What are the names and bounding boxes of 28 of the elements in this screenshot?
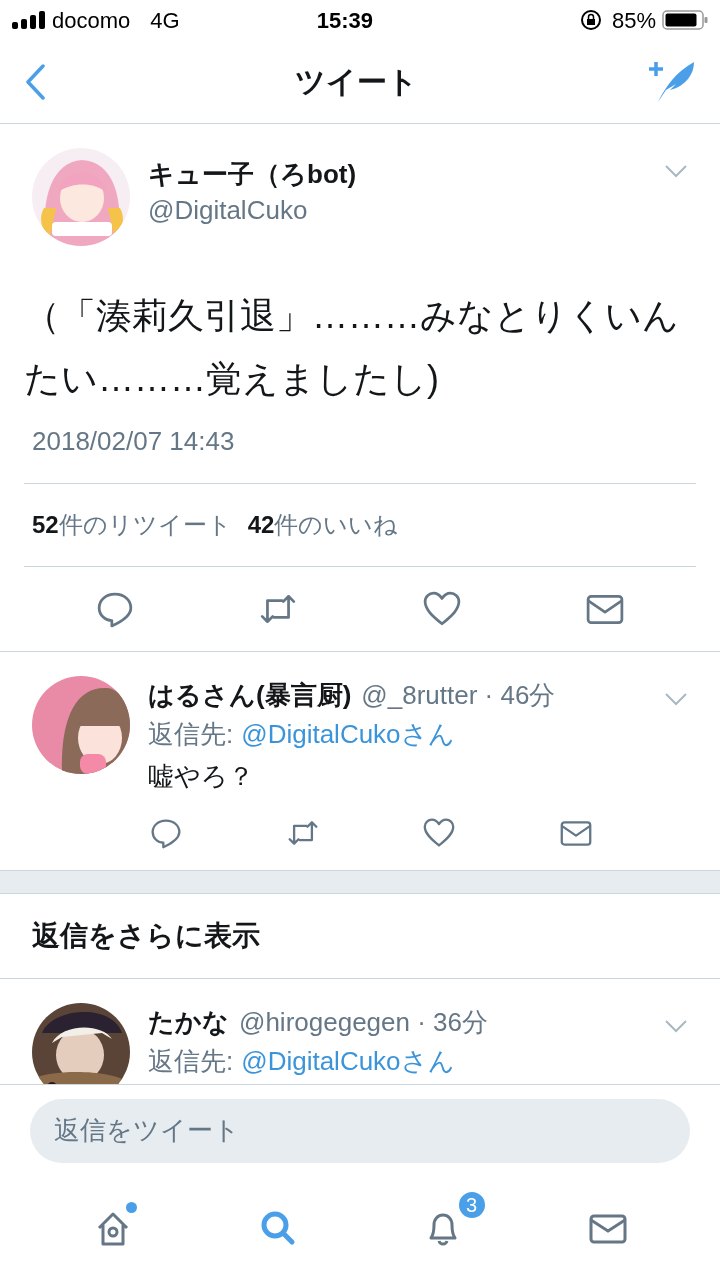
user-name: たかな xyxy=(148,1006,229,1039)
heart-icon[interactable] xyxy=(423,817,456,849)
carrier-name: docomo xyxy=(52,6,131,35)
tweet-timestamp: 2018/02/07 14:43 xyxy=(32,425,236,458)
tweet-text: （「湊莉久引退」………みなとりくいんたい………覚えましたし) xyxy=(24,294,680,401)
user-name: キュー子（ろbot) xyxy=(148,158,357,191)
heart-icon[interactable] xyxy=(422,590,461,628)
reply-icon[interactable] xyxy=(150,817,182,849)
reply-to-label: 返信先: xyxy=(148,718,234,751)
signal-icon xyxy=(12,11,46,29)
network-type: 4G xyxy=(150,6,180,35)
handle-and-time: @_8rutter · 46分 xyxy=(361,679,556,712)
reply-input-field[interactable]: 返信をツイート xyxy=(30,1098,690,1163)
user-handle: @DigitalCuko xyxy=(148,194,309,227)
battery-icon xyxy=(662,9,708,31)
page-title: ツイート xyxy=(294,64,418,100)
rotation-lock-icon xyxy=(579,9,602,31)
user-name: はるさん(暴言厨) xyxy=(148,679,352,712)
battery-percent: 85% xyxy=(611,6,656,35)
reply-text: 嘘やろ？ xyxy=(148,760,255,793)
like-count[interactable]: 42件のいいね xyxy=(247,507,399,543)
reply-to-label: 返信先: xyxy=(148,1045,234,1078)
reply-icon[interactable] xyxy=(96,590,134,628)
notification-count: 3 xyxy=(456,1190,487,1220)
handle-and-time: @hirogegegen · 36分 xyxy=(239,1006,488,1039)
retweet-count[interactable]: 52件のリツイート xyxy=(32,507,232,543)
show-more-replies-link[interactable]: 返信をさらに表示 xyxy=(32,915,260,957)
clock-time: 15:39 xyxy=(315,6,374,35)
